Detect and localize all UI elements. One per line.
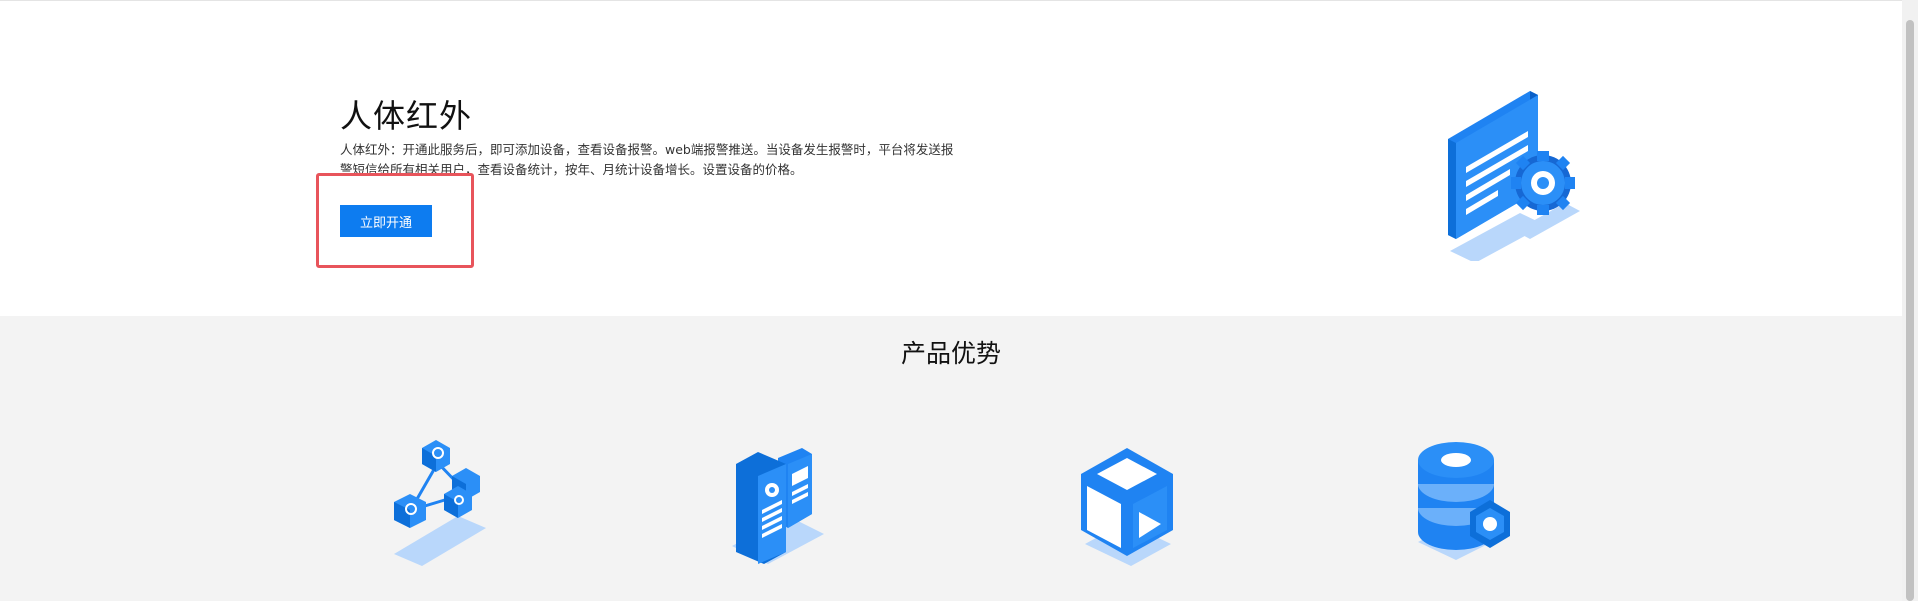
product-advantages-section: 产品优势 [0, 316, 1902, 601]
activate-now-button[interactable]: 立即开通 [340, 205, 432, 237]
cube-play-icon [1081, 448, 1173, 566]
vertical-scrollbar[interactable] [1902, 0, 1918, 601]
scrollbar-thumb[interactable] [1906, 20, 1914, 601]
database-gear-icon [1418, 442, 1510, 560]
network-cubes-icon [394, 440, 486, 566]
server-documents-icon [732, 448, 824, 564]
service-title: 人体红外 [340, 97, 473, 135]
advantages-title: 产品优势 [900, 339, 1001, 368]
document-gear-icon [1448, 91, 1580, 261]
service-hero: 人体红外 人体红外：开通此服务后，即可添加设备，查看设备报警。web端报警推送。… [0, 1, 1902, 316]
